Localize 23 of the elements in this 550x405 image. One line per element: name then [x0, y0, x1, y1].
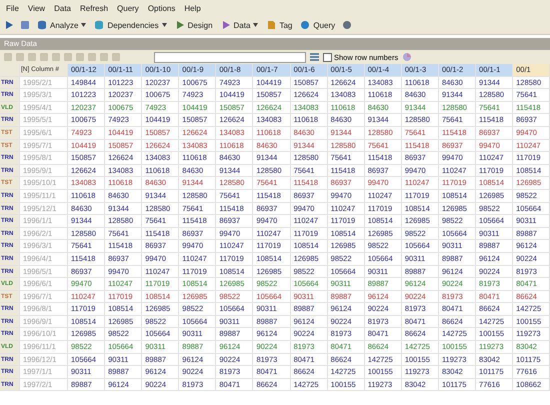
toolbar-button[interactable]: Tag — [265, 20, 294, 30]
menu-item[interactable]: File — [6, 4, 19, 12]
filter-field[interactable] — [154, 52, 306, 62]
toolbar-icon — [37, 20, 47, 30]
toolbar-icon — [266, 20, 276, 30]
menu-item[interactable]: View — [28, 4, 46, 12]
menu-item[interactable]: Refresh — [80, 4, 108, 12]
list-icon[interactable] — [310, 52, 319, 62]
toolbar-icon — [300, 20, 310, 30]
menu-item[interactable]: Query — [117, 4, 139, 12]
menu-item[interactable]: Help — [184, 4, 201, 12]
toolbar-button[interactable]: Query — [299, 20, 336, 30]
toolbar-button[interactable]: Analyze — [36, 20, 88, 30]
toolbar-icon — [220, 20, 231, 30]
menu-item[interactable]: Data — [54, 4, 71, 12]
checkbox[interactable] — [323, 52, 332, 62]
chart-icon[interactable] — [402, 52, 412, 62]
toolbar-button[interactable]: Data — [220, 20, 260, 30]
menu-item[interactable]: Options — [148, 4, 176, 12]
toolbar-icon — [174, 20, 185, 30]
toolbar-icon — [94, 20, 104, 30]
toolbar-button[interactable]: Dependencies — [93, 20, 168, 30]
toolbar-button[interactable]: Design — [174, 20, 214, 30]
